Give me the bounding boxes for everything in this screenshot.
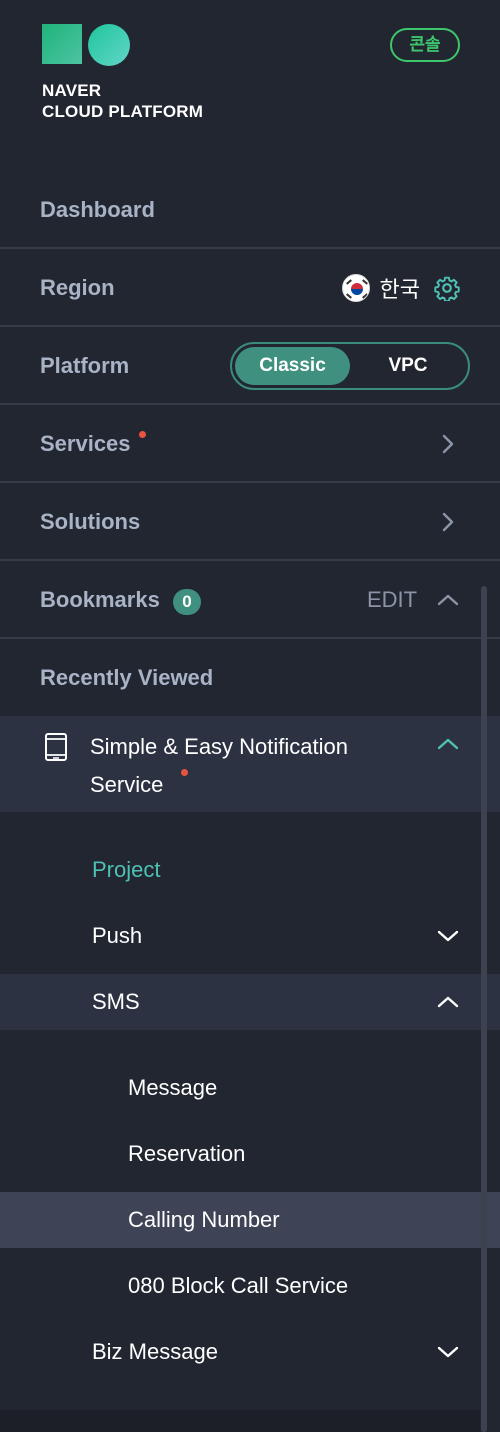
nav-sms-reservation[interactable]: Reservation bbox=[0, 1126, 500, 1182]
service-title: Simple & Easy Notification Service bbox=[90, 734, 348, 797]
biz-message-label: Biz Message bbox=[92, 1339, 218, 1364]
services-label: Services bbox=[40, 431, 131, 456]
chevron-down-icon bbox=[437, 930, 459, 942]
chevron-right-icon bbox=[442, 434, 454, 454]
menu-solutions[interactable]: Solutions bbox=[0, 483, 500, 561]
menu-region: Region 한국 bbox=[0, 249, 500, 327]
chevron-up-icon[interactable] bbox=[436, 588, 460, 612]
solutions-label: Solutions bbox=[40, 509, 141, 534]
menu-platform: Platform Classic VPC bbox=[0, 327, 500, 405]
bottom-footer bbox=[0, 1410, 480, 1432]
project-label: Project bbox=[92, 857, 161, 882]
vertical-scrollbar[interactable] bbox=[481, 586, 487, 1432]
nav-project[interactable]: Project bbox=[0, 842, 500, 898]
header: NAVER CLOUD PLATFORM 콘솔 bbox=[0, 0, 500, 170]
bookmarks-label: Bookmarks bbox=[40, 587, 160, 612]
service-item-sens[interactable]: Simple & Easy Notification Service bbox=[0, 716, 500, 812]
bookmarks-count-badge: 0 bbox=[173, 589, 201, 615]
push-label: Push bbox=[92, 923, 143, 948]
nav-push[interactable]: Push bbox=[0, 908, 500, 964]
nav-sms-calling-number[interactable]: Calling Number bbox=[0, 1192, 500, 1248]
nav-sms-080-block[interactable]: 080 Block Call Service bbox=[0, 1258, 500, 1314]
message-label: Message bbox=[128, 1075, 218, 1100]
naver-cloud-logo[interactable]: NAVER CLOUD PLATFORM bbox=[42, 24, 203, 122]
recently-viewed-label: Recently Viewed bbox=[40, 665, 214, 690]
region-value[interactable]: 한국 bbox=[380, 272, 420, 304]
services-new-dot bbox=[139, 431, 146, 438]
calling-number-label: Calling Number bbox=[128, 1207, 280, 1232]
nav-sms-message[interactable]: Message bbox=[0, 1060, 500, 1116]
korea-flag-icon bbox=[341, 274, 370, 302]
platform-classic-option[interactable]: Classic bbox=[235, 347, 350, 385]
gear-icon[interactable] bbox=[434, 275, 460, 301]
nav-biz-message[interactable]: Biz Message bbox=[0, 1324, 500, 1380]
platform-toggle[interactable]: Classic VPC bbox=[230, 342, 470, 390]
logo-text-line2: CLOUD PLATFORM bbox=[42, 102, 204, 121]
menu-services[interactable]: Services bbox=[0, 405, 500, 483]
chevron-up-icon[interactable] bbox=[436, 732, 460, 756]
region-label: Region bbox=[40, 275, 115, 300]
console-button[interactable]: 콘솔 bbox=[390, 28, 460, 62]
platform-vpc-option[interactable]: VPC bbox=[350, 347, 466, 385]
logo-mark bbox=[42, 24, 132, 66]
block-call-label: 080 Block Call Service bbox=[128, 1273, 349, 1298]
platform-label: Platform bbox=[40, 353, 130, 378]
menu-bookmarks[interactable]: Bookmarks 0 EDIT bbox=[0, 561, 500, 639]
bookmarks-edit-button[interactable]: EDIT bbox=[367, 561, 417, 639]
menu-dashboard[interactable]: Dashboard bbox=[0, 171, 500, 249]
mobile-device-icon bbox=[45, 733, 67, 761]
chevron-right-icon bbox=[442, 512, 454, 532]
logo-text-line1: NAVER bbox=[42, 81, 102, 100]
chevron-down-icon bbox=[437, 1346, 459, 1358]
chevron-up-icon bbox=[437, 996, 459, 1008]
sms-label: SMS bbox=[92, 989, 140, 1014]
dashboard-label: Dashboard bbox=[40, 197, 155, 222]
menu-recently-viewed: Recently Viewed bbox=[0, 639, 500, 717]
service-new-dot bbox=[181, 769, 188, 776]
nav-sms[interactable]: SMS bbox=[0, 974, 500, 1030]
reservation-label: Reservation bbox=[128, 1141, 246, 1166]
